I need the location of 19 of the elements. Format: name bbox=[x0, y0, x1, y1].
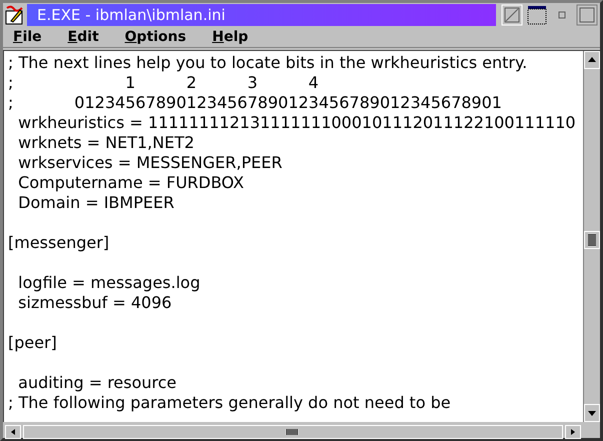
code-line: wrknets = NET1,NET2 bbox=[17, 133, 196, 153]
menu-item[interactable]: Edit bbox=[68, 28, 99, 44]
code-line: auditing = resource bbox=[17, 373, 178, 393]
code-line: sizmessbuf = 4096 bbox=[17, 293, 173, 313]
menu-item[interactable]: File bbox=[13, 28, 42, 44]
code-line: wrkservices = MESSENGER,PEER bbox=[17, 153, 284, 173]
window-title: E.EXE - ibmlan\ibmlan.ini bbox=[27, 4, 496, 26]
code-line: [messenger] bbox=[8, 233, 110, 253]
code-line: Computername = FURDBOX bbox=[17, 173, 245, 193]
code-line: [peer] bbox=[8, 333, 58, 353]
menu-item[interactable]: Options bbox=[124, 28, 186, 44]
code-line: Domain = IBMPEER bbox=[17, 193, 176, 213]
code-line: ; The following parameters generally do not need to be bbox=[8, 393, 452, 413]
code-line: wrkheuristics = 111111112131111111000101112011122100111110 bbox=[17, 113, 577, 133]
code-line: ; 012345678901234567890123456789012345678901 bbox=[8, 93, 503, 113]
menu-item[interactable]: Help bbox=[212, 28, 248, 44]
code-line: ; The next lines help you to locate bits in the wrkheuristics entry. bbox=[8, 53, 528, 73]
code-line: ; 1 2 3 4 bbox=[8, 73, 320, 93]
code-line: logfile = messages.log bbox=[17, 273, 202, 293]
